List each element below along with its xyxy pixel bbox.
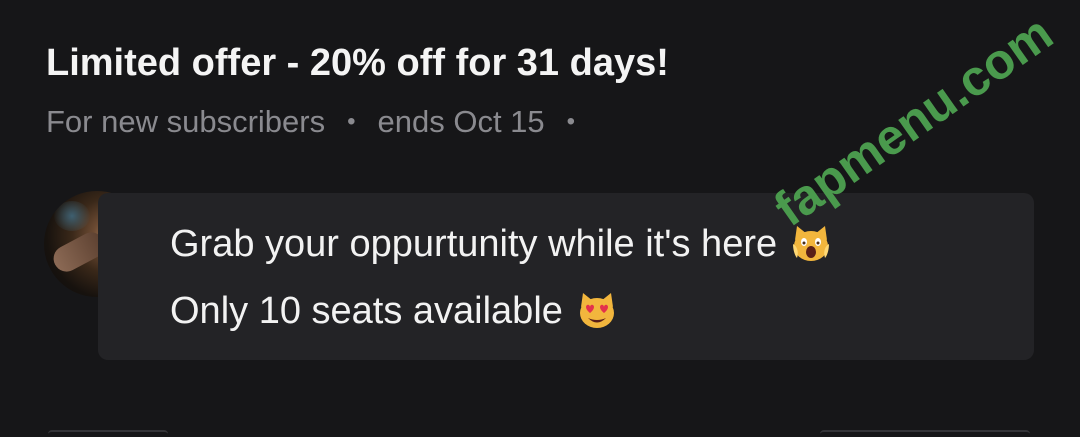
offer-audience-label: For new subscribers bbox=[46, 104, 326, 139]
offer-end-label: ends Oct 15 bbox=[377, 104, 545, 139]
message-line-1-text: Grab your oppurtunity while it's here bbox=[170, 223, 778, 265]
avatar-smoke-detail bbox=[54, 201, 90, 231]
offer-title: Limited offer - 20% off for 31 days! bbox=[46, 42, 669, 84]
screaming-cat-face-icon bbox=[793, 226, 830, 261]
message-line-2: Only 10 seats available bbox=[170, 288, 619, 334]
message-line-2-text: Only 10 seats available bbox=[170, 290, 563, 332]
smiling-cat-heart-eyes-icon bbox=[579, 293, 614, 328]
meta-separator-dot-trailing: • bbox=[566, 108, 576, 135]
offer-meta: For new subscribers • ends Oct 15 • bbox=[46, 102, 597, 142]
message-bubble[interactable]: Grab your oppurtunity while it's here On… bbox=[98, 193, 1034, 360]
meta-separator-dot: • bbox=[347, 108, 356, 135]
next-item-fragment-left bbox=[48, 430, 168, 437]
next-item-fragment-right bbox=[820, 430, 1030, 437]
message-line-1: Grab your oppurtunity while it's here bbox=[170, 221, 833, 267]
